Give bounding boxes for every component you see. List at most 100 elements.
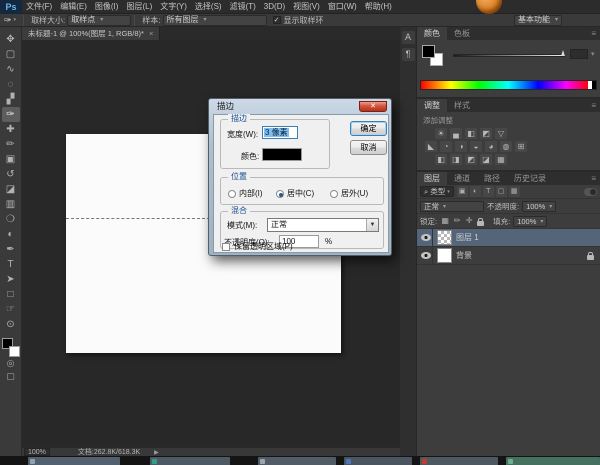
- tool-preset-picker[interactable]: ✑ ▾: [0, 15, 20, 26]
- close-button[interactable]: ✕: [359, 101, 387, 112]
- rectangular-marquee-tool[interactable]: ▢: [2, 47, 20, 62]
- cancel-button[interactable]: 取消: [350, 140, 387, 155]
- adjustment-icon[interactable]: ◧: [435, 154, 447, 165]
- layer-row-layer-1[interactable]: 图层 1: [417, 229, 600, 247]
- lasso-tool[interactable]: ∿: [2, 62, 20, 77]
- status-options-arrow[interactable]: ▶: [154, 449, 159, 456]
- lock-all-icon[interactable]: [477, 217, 485, 226]
- black-cap[interactable]: [592, 81, 596, 89]
- menu-item[interactable]: 滤镜(T): [226, 0, 260, 14]
- menu-item[interactable]: 3D(D): [260, 0, 289, 14]
- tab-channels[interactable]: 通道: [447, 172, 477, 185]
- eraser-tool[interactable]: ◪: [2, 182, 20, 197]
- adjustment-icon[interactable]: ▦: [495, 154, 507, 165]
- layer-thumbnail[interactable]: [437, 248, 452, 263]
- layer-filter-toggle[interactable]: [584, 187, 597, 196]
- gray-value-field[interactable]: [570, 49, 588, 59]
- dodge-tool[interactable]: ◐: [2, 227, 20, 242]
- stroke-color-swatch[interactable]: [262, 148, 302, 161]
- adjustment-icon[interactable]: ◕: [485, 141, 497, 152]
- zoom-level-field[interactable]: 100%: [24, 448, 50, 456]
- adjustment-icon[interactable]: ◔: [440, 141, 452, 152]
- quick-mask-button[interactable]: ◎: [2, 357, 20, 370]
- type-tool[interactable]: T: [2, 257, 20, 272]
- menu-item[interactable]: 视图(V): [289, 0, 324, 14]
- taskbar-button[interactable]: [506, 457, 600, 465]
- filter-pixel-layers-icon[interactable]: ▣: [456, 186, 468, 197]
- layer-thumbnail[interactable]: [437, 230, 452, 245]
- panel-menu-icon[interactable]: ≡: [591, 172, 600, 185]
- show-sample-ring-checkbox[interactable]: ✓: [272, 16, 281, 24]
- radio-inside[interactable]: 内部(I): [228, 188, 263, 199]
- workspace-switcher[interactable]: 基本功能 ▾: [513, 14, 562, 26]
- tab-paths[interactable]: 路径: [477, 172, 507, 185]
- sample-dropdown[interactable]: 所有图层 ▾: [162, 14, 267, 26]
- menu-item[interactable]: 编辑(E): [56, 0, 91, 14]
- preserve-transparency-checkbox[interactable]: [222, 242, 230, 251]
- adjustment-icon[interactable]: ☀: [435, 128, 447, 139]
- character-panel-icon[interactable]: A: [401, 31, 415, 44]
- adjustment-icon[interactable]: ◨: [450, 154, 462, 165]
- radio-center[interactable]: 居中(C): [276, 188, 314, 199]
- opacity-dropdown[interactable]: 100% ▾: [522, 200, 557, 212]
- lock-option-icon[interactable]: ▦: [440, 216, 450, 226]
- background-color-swatch[interactable]: [8, 346, 20, 357]
- foreground-color-swatch[interactable]: [422, 45, 435, 58]
- taskbar-button[interactable]: [344, 457, 412, 465]
- mode-dropdown[interactable]: 正常 ▼: [267, 218, 379, 232]
- lock-option-icon[interactable]: ✛: [464, 216, 474, 226]
- close-icon[interactable]: ×: [149, 27, 153, 40]
- menu-item[interactable]: 图像(I): [91, 0, 123, 14]
- adjustment-icon[interactable]: ◍: [500, 141, 512, 152]
- visibility-toggle[interactable]: [419, 247, 433, 264]
- adjustment-icon[interactable]: ◣: [425, 141, 437, 152]
- screen-mode-button[interactable]: ▢: [2, 370, 20, 383]
- layer-name[interactable]: 背景: [456, 250, 472, 261]
- tab-color[interactable]: 颜色: [417, 27, 447, 40]
- crop-tool[interactable]: ▞: [2, 92, 20, 107]
- quick-selection-tool[interactable]: ◌: [2, 77, 20, 92]
- adjustment-icon[interactable]: ◑: [455, 141, 467, 152]
- taskbar-button[interactable]: [420, 457, 498, 465]
- menu-item[interactable]: 文件(F): [22, 0, 56, 14]
- tab-adjustments[interactable]: 调整: [417, 99, 447, 112]
- filter-type-layers-icon[interactable]: T: [482, 186, 494, 197]
- panel-menu-icon[interactable]: ≡: [591, 27, 600, 40]
- tab-swatches[interactable]: 色板: [447, 27, 477, 40]
- adjustment-icon[interactable]: ◪: [480, 154, 492, 165]
- adjustment-icon[interactable]: ▽: [495, 128, 507, 139]
- width-input[interactable]: 3 像素: [262, 126, 298, 139]
- tab-styles[interactable]: 样式: [447, 99, 477, 112]
- panel-menu-icon[interactable]: ≡: [591, 99, 600, 112]
- taskbar-button[interactable]: [28, 457, 120, 465]
- gradient-tool[interactable]: ▥: [2, 197, 20, 212]
- clone-stamp-tool[interactable]: ▣: [2, 152, 20, 167]
- pen-tool[interactable]: ✒: [2, 242, 20, 257]
- zoom-tool[interactable]: ⊙: [2, 317, 20, 332]
- menu-item[interactable]: 窗口(W): [324, 0, 361, 14]
- brush-tool[interactable]: ✏: [2, 137, 20, 152]
- hand-tool[interactable]: ☞: [2, 302, 20, 317]
- move-tool[interactable]: ✥: [2, 32, 20, 47]
- history-brush-tool[interactable]: ↺: [2, 167, 20, 182]
- ok-button[interactable]: 确定: [350, 121, 387, 136]
- eyedropper-tool[interactable]: ✑: [1, 107, 20, 122]
- visibility-toggle[interactable]: [419, 229, 433, 246]
- radio-outside[interactable]: 居外(U): [330, 188, 368, 199]
- filter-adjustment-layers-icon[interactable]: ◐: [469, 186, 481, 197]
- adjustment-icon[interactable]: ◧: [465, 128, 477, 139]
- color-spectrum-ramp[interactable]: [420, 80, 597, 90]
- document-tab[interactable]: 未标题-1 @ 100%(图层 1, RGB/8)* ×: [22, 27, 161, 40]
- layer-name[interactable]: 图层 1: [456, 232, 479, 243]
- filter-shape-layers-icon[interactable]: ▢: [495, 186, 507, 197]
- adjustment-icon[interactable]: ◩: [465, 154, 477, 165]
- layer-row-background[interactable]: 背景: [417, 247, 600, 265]
- menu-item[interactable]: 文字(Y): [156, 0, 191, 14]
- menu-item[interactable]: 图层(L): [122, 0, 156, 14]
- fill-dropdown[interactable]: 100% ▾: [513, 215, 548, 227]
- menu-item[interactable]: 帮助(H): [361, 0, 396, 14]
- blur-tool[interactable]: ❍: [2, 212, 20, 227]
- tab-layers[interactable]: 图层: [417, 172, 447, 185]
- lock-option-icon[interactable]: ✏: [452, 216, 462, 226]
- color-swatches-widget[interactable]: [1, 338, 20, 357]
